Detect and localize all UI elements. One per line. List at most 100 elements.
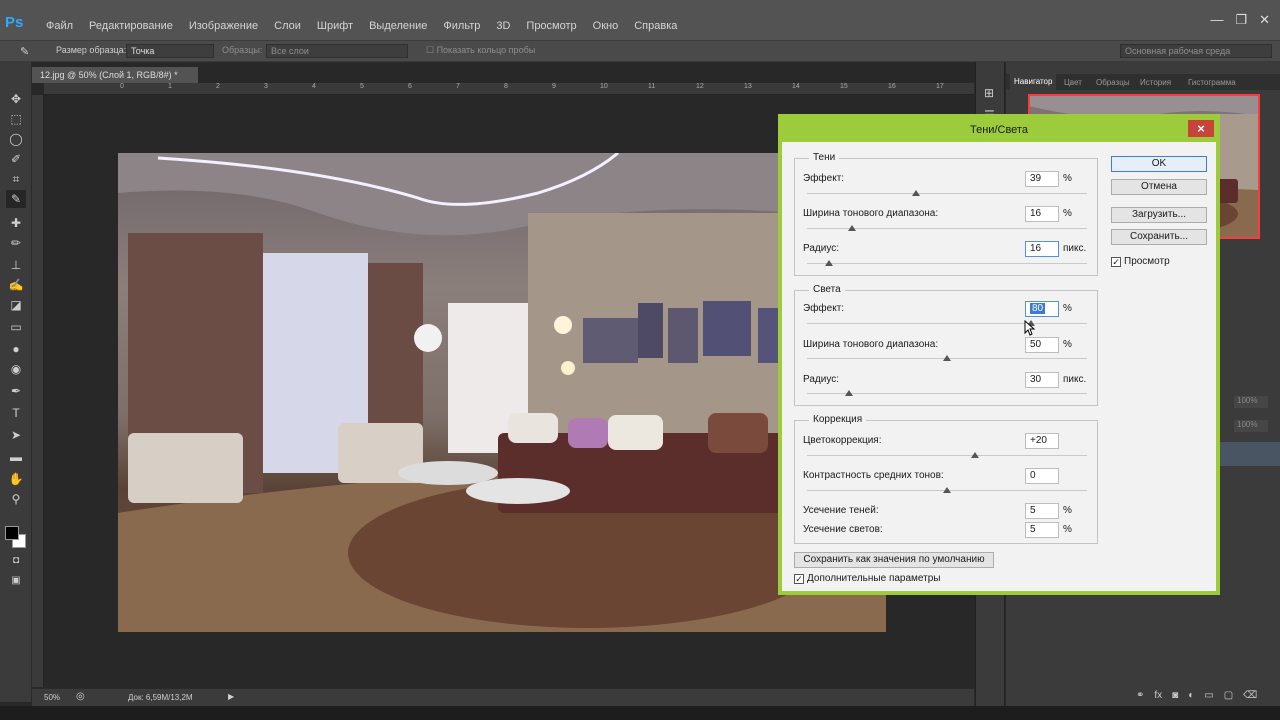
dialog-close-icon[interactable]: ×: [1188, 120, 1214, 137]
more-options-checkbox[interactable]: ✓ Дополнительные параметры: [794, 573, 940, 584]
preview-checkbox[interactable]: ✓ Просмотр: [1111, 256, 1170, 267]
save-button[interactable]: Сохранить...: [1111, 229, 1207, 245]
panel-tab[interactable]: Навигатор: [1010, 74, 1057, 90]
delete-layer-icon[interactable]: ⌫: [1243, 690, 1257, 701]
shadows-tonal-slider[interactable]: [807, 225, 1087, 231]
midtone-contrast-slider[interactable]: [807, 487, 1087, 493]
samples-select[interactable]: Все слои: [266, 44, 408, 58]
stamp-tool-icon[interactable]: ⊥: [6, 256, 26, 274]
gradient-tool-icon[interactable]: ▭: [6, 318, 26, 336]
menu-item[interactable]: Слои: [266, 20, 309, 32]
new-layer-icon[interactable]: ▢: [1224, 690, 1233, 701]
history-panel-icon[interactable]: ⊞: [984, 86, 994, 100]
marquee-tool-icon[interactable]: ⬚: [6, 110, 26, 128]
shadows-effect-knob[interactable]: [912, 190, 921, 196]
sample-size-select[interactable]: Точка: [126, 44, 214, 58]
menu-item[interactable]: Фильтр: [435, 20, 488, 32]
panel-tab[interactable]: Гистограмма: [1188, 78, 1236, 87]
workspace-select[interactable]: Основная рабочая среда: [1120, 44, 1272, 58]
cancel-button[interactable]: Отмена: [1111, 179, 1207, 195]
load-button[interactable]: Загрузить...: [1111, 207, 1207, 223]
ruler-tick-label: 14: [792, 83, 800, 90]
menu-item[interactable]: Шрифт: [309, 20, 361, 32]
taskbar-edge: [0, 706, 1280, 720]
layer-fill-field[interactable]: 100%: [1234, 420, 1268, 432]
path-select-tool-icon[interactable]: ➤: [6, 426, 26, 444]
shadows-radius-field[interactable]: 16: [1025, 241, 1059, 257]
fx-icon[interactable]: fx: [1154, 690, 1162, 701]
lasso-tool-icon[interactable]: ◯: [6, 130, 26, 148]
close-icon[interactable]: ✕: [1259, 12, 1270, 28]
dodge-tool-icon[interactable]: ◉: [6, 360, 26, 378]
shadows-radius-knob[interactable]: [825, 260, 834, 266]
highlights-tonal-field[interactable]: 50: [1025, 337, 1059, 353]
clip-highlights-field[interactable]: 5: [1025, 522, 1059, 538]
highlights-radius-slider[interactable]: [807, 390, 1087, 396]
shadows-radius-slider[interactable]: [807, 260, 1087, 266]
shadows-effect-slider[interactable]: [807, 190, 1087, 196]
crop-tool-icon[interactable]: ⌗: [6, 170, 26, 188]
menu-item[interactable]: Выделение: [361, 20, 435, 32]
new-group-icon[interactable]: ▭: [1204, 690, 1213, 701]
save-defaults-button[interactable]: Сохранить как значения по умолчанию: [794, 552, 994, 568]
highlights-radius-field[interactable]: 30: [1025, 372, 1059, 388]
status-zoom[interactable]: 50%: [44, 693, 60, 702]
shape-tool-icon[interactable]: ▬: [6, 448, 26, 466]
midtone-contrast-knob[interactable]: [943, 487, 951, 493]
blur-tool-icon[interactable]: ●: [6, 340, 26, 358]
history-brush-icon[interactable]: ✍: [6, 276, 26, 294]
color-correction-knob[interactable]: [971, 452, 979, 458]
zoom-tool-icon[interactable]: ⚲: [6, 490, 26, 508]
menu-item[interactable]: Просмотр: [518, 20, 584, 32]
healing-tool-icon[interactable]: ✚: [6, 214, 26, 232]
move-tool-icon[interactable]: ✥: [6, 90, 26, 108]
foreground-color-swatch[interactable]: [5, 526, 19, 540]
interior-photo[interactable]: [118, 153, 886, 632]
eyedropper-tool-icon[interactable]: ✎: [6, 190, 26, 208]
shadows-effect-field[interactable]: 39: [1025, 171, 1059, 187]
highlights-radius-knob[interactable]: [845, 390, 853, 396]
hand-tool-icon[interactable]: ✋: [6, 470, 26, 488]
show-ring-checkbox[interactable]: ☐ Показать кольцо пробы: [426, 45, 535, 56]
highlights-effect-slider[interactable]: [807, 320, 1087, 326]
panel-tab[interactable]: История: [1140, 78, 1171, 87]
preview-label: Просмотр: [1124, 256, 1170, 267]
layer-opacity-field[interactable]: 100%: [1234, 396, 1268, 408]
menu-item[interactable]: Файл: [38, 20, 81, 32]
link-layers-icon[interactable]: ⚭: [1136, 690, 1144, 701]
eraser-tool-icon[interactable]: ◪: [6, 296, 26, 314]
menu-item[interactable]: Редактирование: [81, 20, 181, 32]
ruler-tick-label: 17: [936, 83, 944, 90]
ok-button[interactable]: OK: [1111, 156, 1207, 172]
color-correction-slider[interactable]: [807, 452, 1087, 458]
minimize-icon[interactable]: —: [1210, 12, 1223, 28]
color-correction-field[interactable]: +20: [1025, 433, 1059, 449]
quick-mask-icon[interactable]: ◘: [6, 552, 26, 570]
status-arrow-icon[interactable]: ▶: [228, 692, 234, 701]
panel-tab[interactable]: Образцы: [1096, 78, 1130, 87]
restore-icon[interactable]: ❐: [1235, 12, 1247, 28]
highlights-effect-field[interactable]: 80: [1025, 301, 1059, 317]
highlights-tonal-knob[interactable]: [943, 355, 951, 361]
status-info-icon[interactable]: ◎: [76, 691, 85, 702]
pen-tool-icon[interactable]: ✒: [6, 382, 26, 400]
panel-tab[interactable]: Цвет: [1064, 78, 1082, 87]
add-mask-icon[interactable]: ◙: [1172, 690, 1178, 701]
eyedropper-icon[interactable]: ✎: [20, 45, 29, 58]
menu-item[interactable]: Справка: [626, 20, 685, 32]
screen-mode-icon[interactable]: ▣: [6, 572, 26, 590]
shadows-tonal-knob[interactable]: [847, 225, 856, 231]
highlights-tonal-slider[interactable]: [807, 355, 1087, 361]
type-tool-icon[interactable]: T: [6, 404, 26, 422]
menu-item[interactable]: Изображение: [181, 20, 266, 32]
menu-item[interactable]: Окно: [585, 20, 627, 32]
menu-item[interactable]: 3D: [488, 20, 518, 32]
quick-select-tool-icon[interactable]: ✐: [6, 150, 26, 168]
document-tab[interactable]: 12.jpg @ 50% (Слой 1, RGB/8#) * ×: [32, 67, 198, 90]
midtone-contrast-field[interactable]: 0: [1025, 468, 1059, 484]
selected-layer-row[interactable]: [1216, 442, 1280, 466]
brush-tool-icon[interactable]: ✏: [6, 234, 26, 252]
clip-shadows-field[interactable]: 5: [1025, 503, 1059, 519]
adjustment-layer-icon[interactable]: ◐: [1188, 690, 1194, 701]
shadows-tonal-field[interactable]: 16: [1025, 206, 1059, 222]
